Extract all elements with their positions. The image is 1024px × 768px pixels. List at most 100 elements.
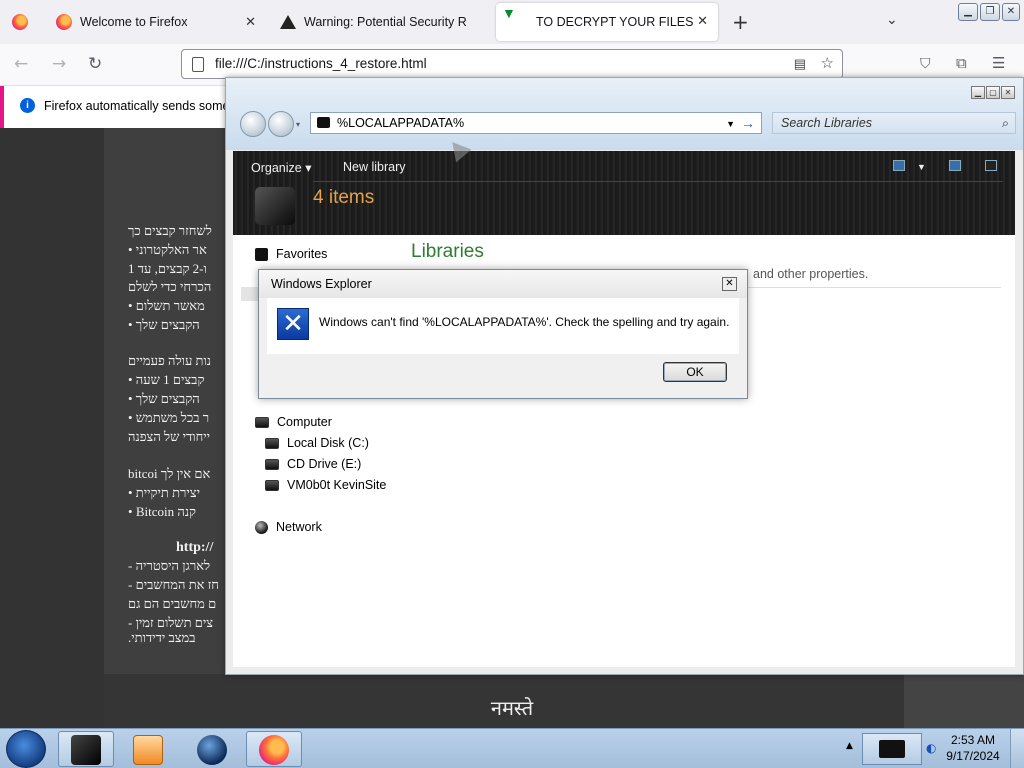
reader-view-icon[interactable]: ▤	[794, 50, 806, 78]
tab-decrypt-files[interactable]: ▼ TO DECRYPT YOUR FILES ✕	[496, 3, 718, 41]
minimize-button[interactable]: ▁	[958, 3, 978, 21]
firefox-icon	[56, 14, 72, 30]
footer-greeting: नमस्ते	[490, 696, 534, 720]
close-tab-icon[interactable]: ✕	[245, 14, 256, 30]
network-drive-icon	[265, 479, 279, 491]
url-text: file:///C:/instructions_4_restore.html	[215, 56, 427, 71]
back-arrow-icon[interactable]: ←	[14, 54, 28, 74]
ok-button[interactable]: OK	[663, 362, 727, 382]
address-dropdown-icon[interactable]: ▼	[726, 114, 735, 134]
nav-cd-drive[interactable]: CD Drive (E:)	[265, 457, 361, 471]
dialog-close-button[interactable]: ✕	[722, 277, 737, 291]
toolbar-divider	[313, 181, 1003, 182]
preview-pane-icon[interactable]	[949, 160, 961, 171]
nav-label: Network	[276, 520, 322, 534]
explorer-icon	[71, 735, 101, 765]
new-library-button[interactable]: New library	[343, 160, 406, 174]
notification-text: Firefox automatically sends some d	[44, 99, 240, 113]
media-player-icon	[133, 735, 163, 765]
explorer-title-area: ▁ ▢ ✕ ▾ %LOCALAPPADATA% ▼ → Search Libra…	[226, 78, 1023, 150]
info-icon: i	[20, 98, 35, 113]
show-desktop-button[interactable]	[1010, 729, 1024, 768]
item-count: 4 items	[313, 187, 375, 208]
help-icon[interactable]	[985, 160, 997, 171]
list-tabs-chevron-icon[interactable]: ⌄	[886, 12, 898, 28]
warning-icon	[280, 15, 296, 29]
taskbar: ▲ ◐ 2:53 AM 9/17/2024	[0, 728, 1024, 768]
taskbar-firefox[interactable]	[246, 731, 302, 767]
network-icon	[255, 520, 268, 534]
nav-computer[interactable]: Computer	[255, 415, 332, 429]
nav-network[interactable]: Network	[255, 520, 322, 534]
ransom-text-line: הכרחי כדי לשלם	[128, 279, 212, 294]
ransom-text-line: נות עולה פעמיים	[128, 353, 212, 368]
nav-label: Computer	[277, 415, 332, 429]
clock[interactable]: 2:53 AM 9/17/2024	[940, 733, 1006, 763]
restore-button[interactable]: ❐	[980, 3, 1000, 21]
ransom-text-line: קנה Bitcoin •	[128, 504, 197, 519]
nav-favorites[interactable]: Favorites	[255, 247, 327, 261]
ransom-text-line: ייחודי של הצפנה	[128, 429, 211, 444]
organize-button[interactable]: Organize ▾	[251, 160, 311, 175]
nav-label: Favorites	[276, 247, 328, 261]
extensions-icon[interactable]: ⧉	[956, 54, 967, 72]
close-window-button[interactable]: ✕	[1002, 3, 1020, 21]
libraries-heading: Libraries	[411, 241, 484, 262]
tab-label: Welcome to Firefox	[80, 15, 188, 29]
page-icon	[192, 57, 204, 72]
dialog-message: Windows can't find '%LOCALAPPADATA%'. Ch…	[319, 315, 730, 329]
view-options-icon[interactable]	[893, 160, 905, 171]
pocket-icon[interactable]: ⛉	[920, 56, 931, 72]
tab-welcome[interactable]: Welcome to Firefox ✕	[42, 0, 266, 44]
bookmark-star-icon[interactable]: ☆	[821, 50, 834, 78]
search-icon[interactable]: ⌕	[1002, 113, 1009, 133]
nav-local-disk[interactable]: Local Disk (C:)	[265, 436, 369, 450]
menu-hamburger-icon[interactable]: ☰	[992, 54, 1005, 72]
computer-icon	[255, 416, 269, 428]
forward-button[interactable]	[268, 111, 294, 137]
globe-icon	[197, 735, 227, 765]
firefox-tab-bar: Welcome to Firefox ✕ Warning: Potential …	[0, 0, 1024, 44]
start-button[interactable]	[6, 730, 46, 768]
cd-drive-icon	[265, 458, 279, 470]
ransom-text-line: מאשר תשלום •	[128, 298, 205, 313]
firefox-icon	[259, 735, 289, 765]
search-box[interactable]: Search Libraries ⌕	[772, 112, 1016, 134]
close-tab-icon[interactable]: ✕	[697, 13, 708, 29]
url-bar[interactable]: file:///C:/instructions_4_restore.html ▤…	[181, 49, 843, 79]
address-text: %LOCALAPPADATA%	[337, 116, 465, 130]
tray-expand-icon[interactable]: ▲	[846, 741, 853, 751]
reload-icon[interactable]: ↻	[88, 54, 102, 74]
ransom-text-line: ם מחשבים הם גם	[128, 596, 217, 611]
ransom-text-line: קבצים 1 שעה •	[128, 372, 205, 387]
ransom-text-line: אר האלקטרוני •	[128, 242, 207, 257]
tab-pinned-firefox[interactable]	[0, 0, 40, 44]
history-dropdown-icon[interactable]: ▾	[296, 120, 300, 129]
ransom-text-line: ר בכל משתמש •	[128, 410, 210, 425]
network-status-icon[interactable]: ◐	[926, 741, 936, 755]
clock-time: 2:53 AM	[950, 733, 996, 747]
organize-label: Organize	[251, 161, 302, 175]
ransom-text-line: יצירת תיקיית •	[128, 485, 201, 500]
go-arrow-icon[interactable]: →	[741, 113, 755, 133]
new-tab-button[interactable]: +	[732, 10, 749, 34]
back-button[interactable]	[240, 111, 266, 137]
nav-network-drive[interactable]: VM0b0t KevinSite	[265, 478, 386, 492]
tray-app-icon[interactable]	[862, 733, 922, 765]
nav-label: CD Drive (E:)	[287, 457, 362, 471]
close-button[interactable]: ✕	[1001, 86, 1015, 99]
view-dropdown-icon[interactable]: ▼	[917, 162, 926, 172]
maximize-button[interactable]: ▢	[986, 86, 1000, 99]
forward-arrow-icon[interactable]: →	[52, 54, 66, 74]
firefox-icon	[12, 14, 28, 30]
taskbar-media-player[interactable]	[120, 731, 176, 767]
minimize-button[interactable]: ▁	[971, 86, 985, 99]
ransom-text-line: לארגן היסטריה -	[128, 558, 211, 573]
address-bar[interactable]: %LOCALAPPADATA% ▼ →	[310, 112, 762, 134]
tab-security-warning[interactable]: Warning: Potential Security R	[268, 0, 496, 44]
page-left-margin	[0, 128, 104, 728]
taskbar-explorer[interactable]	[58, 731, 114, 767]
ransom-text-line: חז את המחשבים -	[128, 577, 219, 592]
taskbar-browser[interactable]	[184, 731, 240, 767]
location-icon	[317, 117, 330, 128]
